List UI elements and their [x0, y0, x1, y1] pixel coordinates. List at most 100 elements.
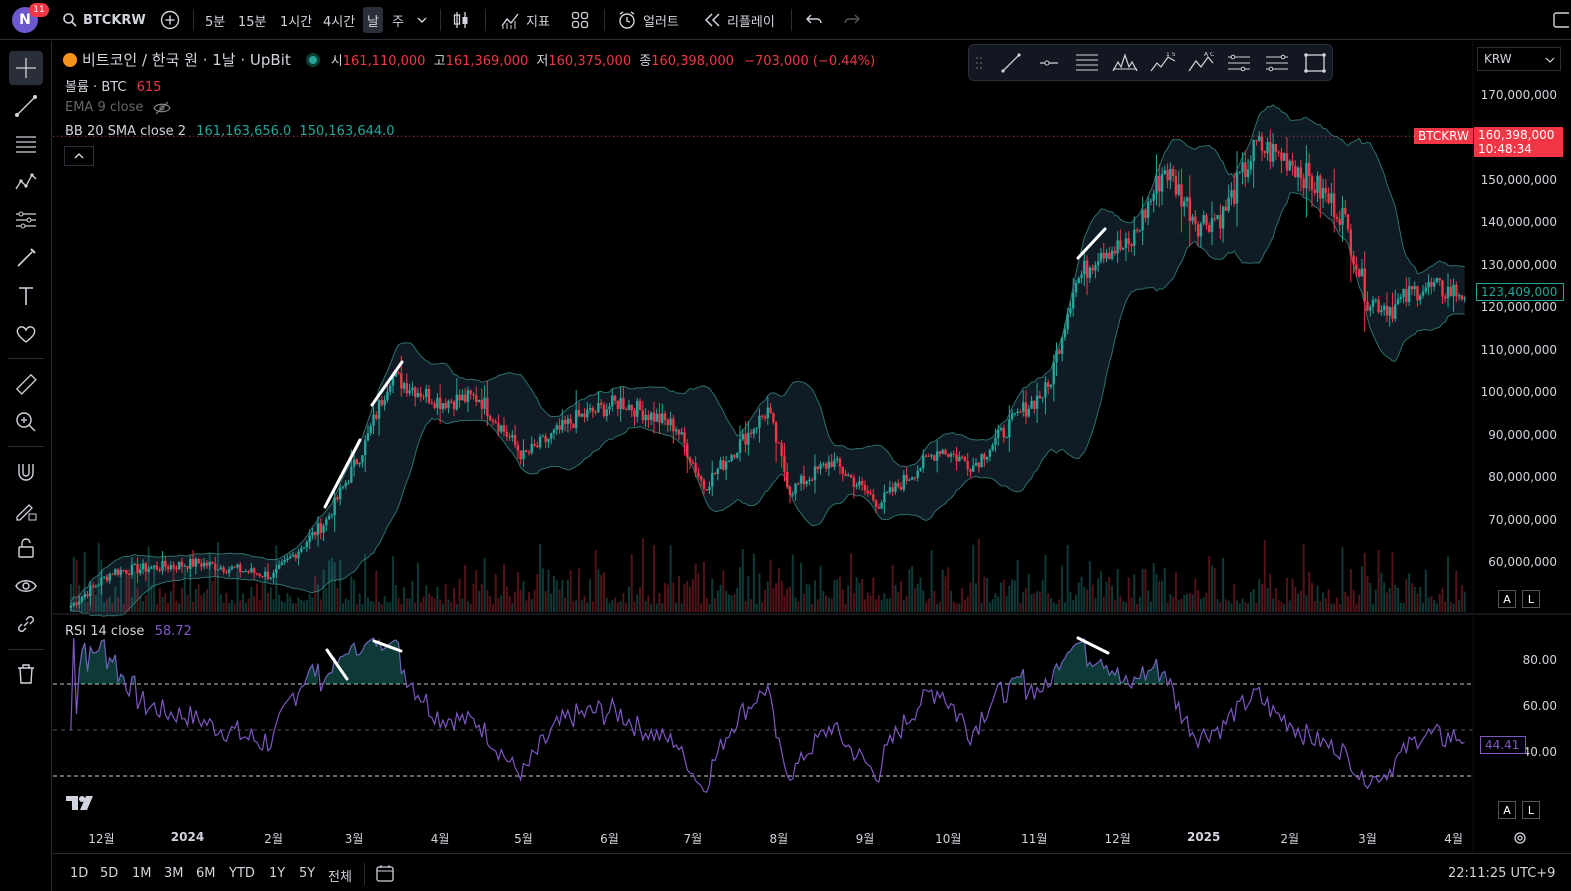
measure-tool[interactable]: [9, 367, 43, 401]
candle-body: [719, 460, 722, 470]
range-all[interactable]: 전체: [328, 866, 352, 885]
crosshair-tool[interactable]: [9, 51, 43, 85]
volume-bar: [475, 569, 478, 612]
currency-select[interactable]: KRW: [1477, 47, 1561, 71]
candle-body: [202, 562, 206, 567]
fav-parallel-channel[interactable]: [1264, 51, 1290, 75]
candle-body: [1369, 306, 1372, 311]
timeframe-dropdown[interactable]: [416, 0, 428, 40]
volume-bar: [267, 592, 270, 612]
range-5d[interactable]: 5D: [100, 866, 118, 881]
rsi-log-scale-button[interactable]: L: [1522, 801, 1540, 819]
remove-drawings-tool[interactable]: [9, 657, 43, 691]
timeframe-1h[interactable]: 1시간: [280, 0, 312, 40]
candle-body: [250, 568, 253, 573]
candle-body: [627, 404, 631, 410]
candle-body: [869, 493, 872, 495]
log-scale-button[interactable]: L: [1522, 590, 1540, 608]
volume-bar: [344, 598, 347, 612]
symbol-title: 비트코인 / 한국 원 · 1날 · UpBit: [82, 51, 291, 69]
range-3m[interactable]: 3M: [164, 866, 184, 881]
trend-line-tool[interactable]: [9, 89, 43, 123]
calendar-icon: [376, 865, 394, 882]
timeframe-1w[interactable]: 주: [392, 0, 404, 40]
candle-body: [647, 414, 650, 420]
candle-body: [527, 452, 531, 454]
chart-settings-button[interactable]: [1512, 830, 1528, 850]
candle-body: [622, 398, 625, 409]
price-chart[interactable]: [53, 41, 1571, 853]
candle-body: [366, 433, 370, 441]
volume-bar: [1449, 602, 1452, 612]
volume-bar: [666, 584, 669, 612]
hide-all-tool[interactable]: [9, 569, 43, 603]
fib-tool[interactable]: [9, 127, 43, 161]
candle-body: [130, 564, 134, 575]
range-1y[interactable]: 1Y: [269, 866, 285, 881]
range-1d[interactable]: 1D: [70, 866, 88, 881]
range-1m[interactable]: 1M: [132, 866, 152, 881]
bb-legend[interactable]: BB 20 SMA close 2 161,163,656.0 150,163,…: [65, 124, 395, 139]
chart-type-button[interactable]: [452, 0, 470, 40]
candle-body: [663, 413, 667, 421]
range-6m[interactable]: 6M: [196, 866, 216, 881]
rsi-auto-scale-button[interactable]: A: [1498, 801, 1516, 819]
fav-head-shoulders[interactable]: [1112, 51, 1138, 75]
fav-fib-retracement[interactable]: [1074, 51, 1100, 75]
fav-horizontal-ray[interactable]: [1036, 51, 1062, 75]
fav-fixed-range[interactable]: [1226, 51, 1252, 75]
timeframe-15m[interactable]: 15분: [238, 0, 267, 40]
fav-trend-line[interactable]: [998, 51, 1024, 75]
layouts-button[interactable]: [571, 0, 589, 40]
candle-body: [1091, 267, 1094, 271]
auto-scale-button[interactable]: A: [1498, 590, 1516, 608]
candle-body: [1194, 216, 1197, 225]
lock-all-tool[interactable]: [9, 531, 43, 565]
replay-button[interactable]: 리플레이: [703, 0, 775, 40]
pattern-tool[interactable]: [9, 165, 43, 199]
volume-bar: [269, 587, 272, 612]
magnet-tool[interactable]: [9, 455, 43, 489]
zoom-tool[interactable]: [9, 405, 43, 439]
compare-symbol-button[interactable]: [159, 0, 181, 40]
fav-rectangle[interactable]: [1302, 51, 1328, 75]
candle-body: [883, 492, 886, 503]
collapse-legend-button[interactable]: [64, 146, 94, 166]
symbol-search[interactable]: BTCKRW: [62, 0, 146, 40]
candle-body: [983, 454, 986, 460]
volume-bar: [714, 598, 717, 612]
clock[interactable]: 22:11:25 UTC+9: [1448, 866, 1555, 881]
redo-button[interactable]: [843, 0, 861, 40]
ema-legend[interactable]: EMA 9 close: [65, 100, 172, 115]
candle-body: [1002, 428, 1005, 438]
alert-button[interactable]: 얼러트: [617, 0, 679, 40]
timeframe-4h[interactable]: 4시간: [323, 0, 355, 40]
fav-abcd-pattern[interactable]: A C: [1188, 51, 1214, 75]
drag-handle[interactable]: [972, 51, 986, 75]
candle-body: [300, 548, 303, 552]
range-5y[interactable]: 5Y: [299, 866, 315, 881]
brush-tool[interactable]: [9, 241, 43, 275]
forecast-tool[interactable]: [9, 203, 43, 237]
volume-legend[interactable]: 볼륨 · BTC 615: [65, 76, 161, 95]
lock-drawing-tool[interactable]: [9, 493, 43, 527]
timeframe-1d[interactable]: 날: [363, 7, 383, 33]
go-to-date-button[interactable]: [375, 863, 395, 887]
volume-bar: [633, 601, 636, 612]
rsi-legend[interactable]: RSI 14 close 58.72: [65, 624, 192, 639]
fullscreen-button[interactable]: [1553, 0, 1569, 40]
timeframe-5m[interactable]: 5분: [205, 0, 225, 40]
range-ytd[interactable]: YTD: [229, 866, 255, 881]
undo-button[interactable]: [805, 0, 823, 40]
fav-elliott-wave[interactable]: 1 5: [1150, 51, 1176, 75]
volume-bar: [330, 557, 333, 612]
volume-bar: [1238, 603, 1241, 612]
text-tool[interactable]: [9, 279, 43, 313]
eye-off-icon[interactable]: [153, 101, 172, 115]
sync-tool[interactable]: [9, 607, 43, 641]
icon-tool[interactable]: [9, 317, 43, 351]
candle-body: [291, 554, 295, 557]
volume-bar: [986, 577, 989, 612]
volume-bar: [530, 599, 533, 612]
indicators-button[interactable]: 지표: [500, 0, 550, 40]
